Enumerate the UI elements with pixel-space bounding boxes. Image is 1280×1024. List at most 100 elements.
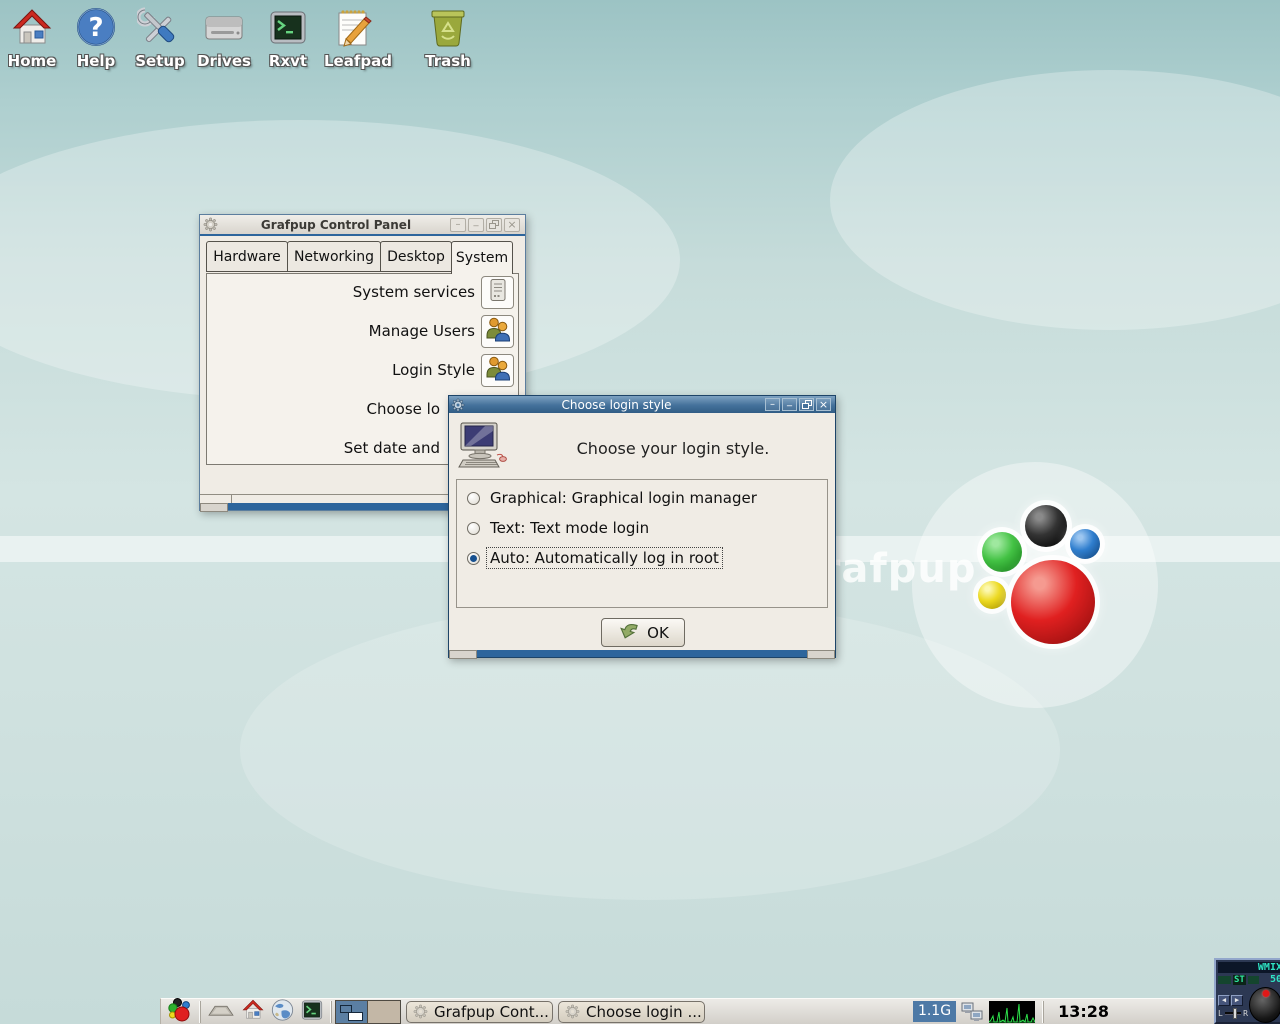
globe-icon (270, 998, 295, 1024)
login-options-group: Graphical: Graphical login manager Text:… (456, 479, 828, 608)
shade-button[interactable] (468, 217, 484, 232)
clock[interactable]: 13:28 (1051, 1002, 1116, 1021)
minimize-button[interactable] (765, 398, 780, 411)
left-label: L (1218, 1009, 1223, 1018)
radio-button[interactable] (467, 551, 480, 565)
memory-badge[interactable]: 1.1G (912, 1001, 957, 1022)
row-label: System services (352, 283, 475, 301)
row-label: Choose lo (366, 400, 441, 418)
radio-label: Graphical: Graphical login manager (490, 489, 757, 507)
desktop-icon-setup[interactable]: Setup (131, 6, 189, 70)
gear-icon (203, 217, 218, 232)
desktop-icon-label: Home (7, 52, 57, 70)
terminal-icon (299, 998, 325, 1024)
close-button[interactable] (816, 398, 831, 411)
grafpup-menu-icon (167, 997, 194, 1024)
shade-button[interactable] (782, 398, 797, 411)
manage-users-button[interactable] (481, 314, 514, 348)
lcd-segment (1218, 975, 1231, 984)
desktop-icon-help[interactable]: ? Help (67, 6, 125, 70)
row-manage-users: Manage Users (207, 313, 518, 349)
option-text[interactable]: Text: Text mode login (467, 515, 821, 541)
home-launcher[interactable] (238, 999, 268, 1024)
ok-button[interactable]: OK (601, 618, 685, 647)
login-style-button[interactable] (481, 353, 514, 387)
gear-icon (565, 1004, 580, 1019)
desktop-icon-drives[interactable]: Drives (195, 6, 253, 70)
services-icon (485, 277, 511, 307)
mixer-value: 50 (1269, 973, 1280, 985)
logo-yellow-circle (978, 581, 1006, 609)
desktop-icon-trash[interactable]: Trash (419, 6, 477, 70)
cpu-graph[interactable] (989, 1000, 1036, 1023)
prev-channel-button[interactable]: ◀ (1218, 994, 1230, 1006)
maximize-button[interactable] (799, 398, 814, 411)
radio-button[interactable] (467, 521, 480, 535)
home-icon (3, 6, 61, 50)
close-button[interactable] (504, 217, 520, 232)
dialog-heading: Choose your login style. (576, 439, 770, 458)
option-auto[interactable]: Auto: Automatically log in root (467, 545, 821, 571)
task-label: Grafpup Cont... (434, 1002, 549, 1021)
logo-black-circle (1025, 505, 1067, 547)
menu-button[interactable] (165, 997, 196, 1024)
task-label: Choose login ... (586, 1002, 702, 1021)
computer-icon (457, 421, 507, 473)
next-channel-button[interactable]: ▶ (1231, 994, 1243, 1006)
radio-button[interactable] (467, 491, 480, 505)
volume-knob[interactable] (1249, 987, 1280, 1023)
control-panel-tabs: Hardware Networking Desktop System (206, 241, 513, 274)
tab-desktop[interactable]: Desktop (380, 241, 452, 272)
network-icon[interactable] (960, 1000, 985, 1024)
browser-launcher[interactable] (268, 998, 297, 1024)
desktop-icon-label: Help (76, 52, 116, 70)
balance-slider[interactable]: L R (1218, 1008, 1248, 1019)
ok-label: OK (647, 623, 669, 642)
gear-icon (451, 398, 465, 412)
window-title: Grafpup Control Panel (260, 217, 412, 232)
desktop-icon-leafpad[interactable]: Leafpad (324, 6, 392, 70)
desktop-icon-label: Drives (197, 52, 251, 70)
logo-red-circle (1011, 560, 1095, 644)
slider-track[interactable] (1224, 1008, 1242, 1019)
control-panel-titlebar[interactable]: Grafpup Control Panel (200, 215, 525, 236)
resize-bar[interactable] (449, 650, 835, 659)
minimize-button[interactable] (450, 217, 466, 232)
lcd-segment (1247, 975, 1259, 984)
users-icon (485, 355, 511, 385)
tab-system[interactable]: System (451, 241, 513, 274)
desktop-icon-label: Rxvt (268, 52, 308, 70)
task-button-grafpup-control-panel[interactable]: Grafpup Cont... (406, 1000, 553, 1023)
option-graphical[interactable]: Graphical: Graphical login manager (467, 485, 821, 511)
terminal-launcher[interactable] (297, 999, 327, 1024)
right-label: R (1243, 1009, 1248, 1018)
task-button-choose-login-style[interactable]: Choose login ... (558, 1000, 705, 1023)
tab-hardware[interactable]: Hardware (206, 241, 288, 272)
workspace-1[interactable] (335, 999, 368, 1024)
logo-green-circle (982, 532, 1022, 572)
tools-icon (131, 6, 189, 50)
desktop-icon-rxvt[interactable]: Rxvt (259, 6, 317, 70)
gear-icon (413, 1004, 428, 1019)
system-services-button[interactable] (481, 275, 514, 309)
logo-blue-circle (1070, 529, 1100, 559)
desktop-icon-home[interactable]: Home (3, 6, 61, 70)
desktop-icon-label: Setup (135, 52, 185, 70)
show-desktop-button[interactable] (204, 999, 238, 1024)
mixer-dockapp: WMIX ST 50 ◀ ▶ L R (1214, 958, 1280, 1024)
row-label: Manage Users (368, 322, 475, 340)
maximize-button[interactable] (486, 217, 502, 232)
taskbar: Grafpup Cont... Choose login ... 1.1G 13… (160, 997, 1216, 1024)
tab-networking[interactable]: Networking (287, 241, 381, 272)
slider-handle[interactable] (1232, 1008, 1237, 1019)
notepad-icon (324, 6, 382, 50)
mixer-title: WMIX (1218, 962, 1280, 973)
dialog-titlebar[interactable]: Choose login style (449, 396, 835, 413)
separator (1042, 1000, 1045, 1023)
workspace-2[interactable] (368, 999, 401, 1024)
desktop-icon-label: Leafpad (324, 52, 392, 70)
window-shade-icon (206, 999, 236, 1024)
choose-login-style-dialog: Choose login style Choose your login sty… (448, 395, 836, 659)
row-label: Set date and (343, 439, 440, 457)
desktop: grafpup Home ? Help Setup Drives Rxvt Le… (0, 0, 1280, 1024)
